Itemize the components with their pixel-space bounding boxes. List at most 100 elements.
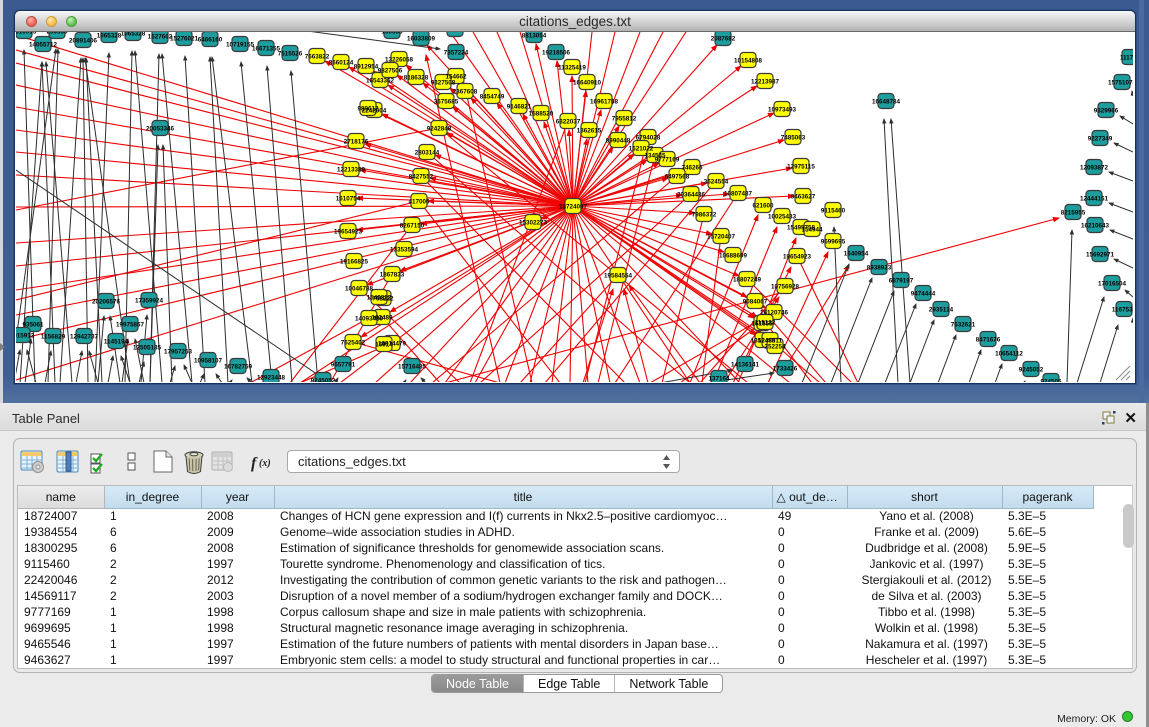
svg-text:1733426: 1733426 bbox=[773, 366, 798, 373]
svg-text:9329966: 9329966 bbox=[1094, 108, 1119, 115]
svg-text:8186328: 8186328 bbox=[404, 75, 429, 82]
svg-text:1621022: 1621022 bbox=[629, 146, 654, 153]
svg-text:7663822: 7663822 bbox=[305, 54, 330, 61]
svg-text:10719155: 10719155 bbox=[226, 42, 255, 49]
svg-text:16210643: 16210643 bbox=[1081, 223, 1110, 230]
svg-text:12505135: 12505135 bbox=[133, 345, 162, 352]
svg-text:6794028: 6794028 bbox=[636, 135, 661, 142]
svg-text:3624554: 3624554 bbox=[704, 179, 729, 186]
svg-text:8938923: 8938923 bbox=[867, 265, 892, 272]
svg-text:9474444: 9474444 bbox=[911, 291, 936, 298]
svg-text:10973493: 10973493 bbox=[768, 107, 797, 114]
svg-text:12444151: 12444151 bbox=[1080, 196, 1109, 203]
svg-text:9115460: 9115460 bbox=[821, 208, 846, 215]
svg-text:7955812: 7955812 bbox=[612, 116, 637, 123]
svg-text:10654112: 10654112 bbox=[995, 351, 1023, 358]
svg-text:15276021: 15276021 bbox=[170, 36, 199, 43]
svg-text:14136141: 14136141 bbox=[731, 362, 760, 369]
svg-text:621600: 621600 bbox=[752, 203, 774, 210]
svg-text:10046788: 10046788 bbox=[345, 286, 374, 293]
svg-text:16671355: 16671355 bbox=[252, 46, 281, 53]
svg-text:17359924: 17359924 bbox=[135, 298, 164, 305]
svg-text:18807249: 18807249 bbox=[733, 277, 762, 284]
svg-text:15716485: 15716485 bbox=[398, 364, 427, 371]
svg-text:f: f bbox=[251, 455, 258, 472]
svg-text:2718176: 2718176 bbox=[344, 139, 369, 146]
svg-text:9242848: 9242848 bbox=[427, 126, 452, 133]
svg-text:1362615: 1362615 bbox=[577, 128, 602, 135]
svg-text:14055712: 14055712 bbox=[29, 42, 58, 49]
svg-text:1156829: 1156829 bbox=[41, 334, 66, 341]
svg-text:20891406: 20891406 bbox=[69, 38, 98, 45]
svg-text:935061: 935061 bbox=[22, 322, 44, 329]
svg-text:924505: 924505 bbox=[1040, 379, 1062, 383]
svg-text:18724007: 18724007 bbox=[559, 204, 588, 211]
svg-text:13226058: 13226058 bbox=[385, 57, 414, 64]
svg-text:9245052: 9245052 bbox=[1019, 367, 1044, 374]
svg-text:8454749: 8454749 bbox=[480, 94, 505, 101]
svg-text:6466160: 6466160 bbox=[198, 37, 223, 44]
svg-text:15720407: 15720407 bbox=[707, 234, 736, 241]
svg-text:16961758: 16961758 bbox=[590, 99, 619, 106]
svg-text:7986372: 7986372 bbox=[692, 212, 717, 219]
svg-text:19166825: 19166825 bbox=[340, 259, 369, 266]
svg-text:6322037: 6322037 bbox=[556, 119, 581, 126]
svg-text:2935114: 2935114 bbox=[929, 307, 954, 314]
svg-text:7357224: 7357224 bbox=[444, 50, 469, 57]
svg-text:10756928: 10756928 bbox=[771, 284, 800, 291]
svg-text:9245052: 9245052 bbox=[311, 378, 336, 383]
svg-text:160338: 160338 bbox=[381, 32, 403, 36]
svg-text:16640910: 16640910 bbox=[573, 80, 602, 87]
svg-text:1065328: 1065328 bbox=[97, 33, 122, 40]
svg-text:1065328: 1065328 bbox=[121, 32, 146, 38]
svg-text:9084067: 9084067 bbox=[743, 299, 768, 306]
svg-text:9146821: 9146821 bbox=[507, 104, 532, 111]
svg-text:17016504: 17016504 bbox=[1098, 281, 1127, 288]
svg-text:10807487: 10807487 bbox=[724, 191, 753, 198]
svg-text:12093872: 12093872 bbox=[1080, 165, 1109, 172]
svg-text:8471676: 8471676 bbox=[976, 337, 1001, 344]
svg-text:8813054: 8813054 bbox=[522, 33, 547, 40]
svg-text:200533: 200533 bbox=[46, 32, 68, 36]
svg-text:9657791: 9657791 bbox=[331, 362, 356, 369]
svg-text:16543362: 16543362 bbox=[366, 78, 395, 85]
svg-text:9699695: 9699695 bbox=[821, 239, 846, 246]
svg-text:10025433: 10025433 bbox=[768, 214, 797, 221]
svg-text:14093489: 14093489 bbox=[355, 316, 384, 323]
svg-text:12942737: 12942737 bbox=[70, 334, 99, 341]
svg-text:2087682: 2087682 bbox=[711, 36, 736, 43]
svg-text:12975115: 12975115 bbox=[787, 164, 815, 171]
svg-text:2616015: 2616015 bbox=[16, 32, 37, 36]
svg-text:6879197: 6879197 bbox=[889, 278, 914, 285]
svg-text:15692971: 15692971 bbox=[1086, 252, 1115, 259]
svg-text:12923448: 12923448 bbox=[257, 375, 286, 382]
svg-text:8912954: 8912954 bbox=[354, 64, 379, 71]
svg-text:1588520: 1588520 bbox=[529, 111, 554, 118]
svg-text:15302273: 15302273 bbox=[519, 220, 548, 227]
svg-text:11325419: 11325419 bbox=[558, 65, 586, 72]
svg-text:16120746: 16120746 bbox=[760, 310, 789, 317]
svg-text:2803144: 2803144 bbox=[415, 150, 440, 157]
svg-text:20206576: 20206576 bbox=[92, 299, 121, 306]
svg-text:9463627: 9463627 bbox=[791, 194, 816, 201]
svg-text:1145194: 1145194 bbox=[104, 339, 129, 346]
svg-text:8427552: 8427552 bbox=[409, 174, 434, 181]
svg-text:417006: 417006 bbox=[408, 199, 430, 206]
svg-text:9327508: 9327508 bbox=[431, 80, 456, 87]
svg-text:20053346: 20053346 bbox=[146, 126, 175, 133]
svg-text:(x): (x) bbox=[259, 458, 271, 469]
svg-text:10958107: 10958107 bbox=[194, 358, 223, 365]
svg-text:8990448: 8990448 bbox=[606, 138, 631, 145]
svg-text:7625402: 7625402 bbox=[341, 340, 366, 347]
svg-text:8660124: 8660124 bbox=[329, 60, 354, 67]
svg-text:9827506: 9827506 bbox=[378, 68, 403, 75]
svg-text:19218506: 19218506 bbox=[542, 50, 571, 57]
svg-text:17957253: 17957253 bbox=[164, 349, 193, 356]
svg-text:9227349: 9227349 bbox=[1088, 136, 1113, 143]
svg-text:6497568: 6497568 bbox=[665, 174, 690, 181]
svg-text:1167534: 1167534 bbox=[1112, 307, 1133, 314]
svg-text:1640954: 1640954 bbox=[844, 251, 869, 258]
svg-text:19975867: 19975867 bbox=[116, 322, 145, 329]
svg-text:16914: 16914 bbox=[375, 342, 393, 349]
svg-text:3915913: 3915913 bbox=[16, 333, 35, 340]
